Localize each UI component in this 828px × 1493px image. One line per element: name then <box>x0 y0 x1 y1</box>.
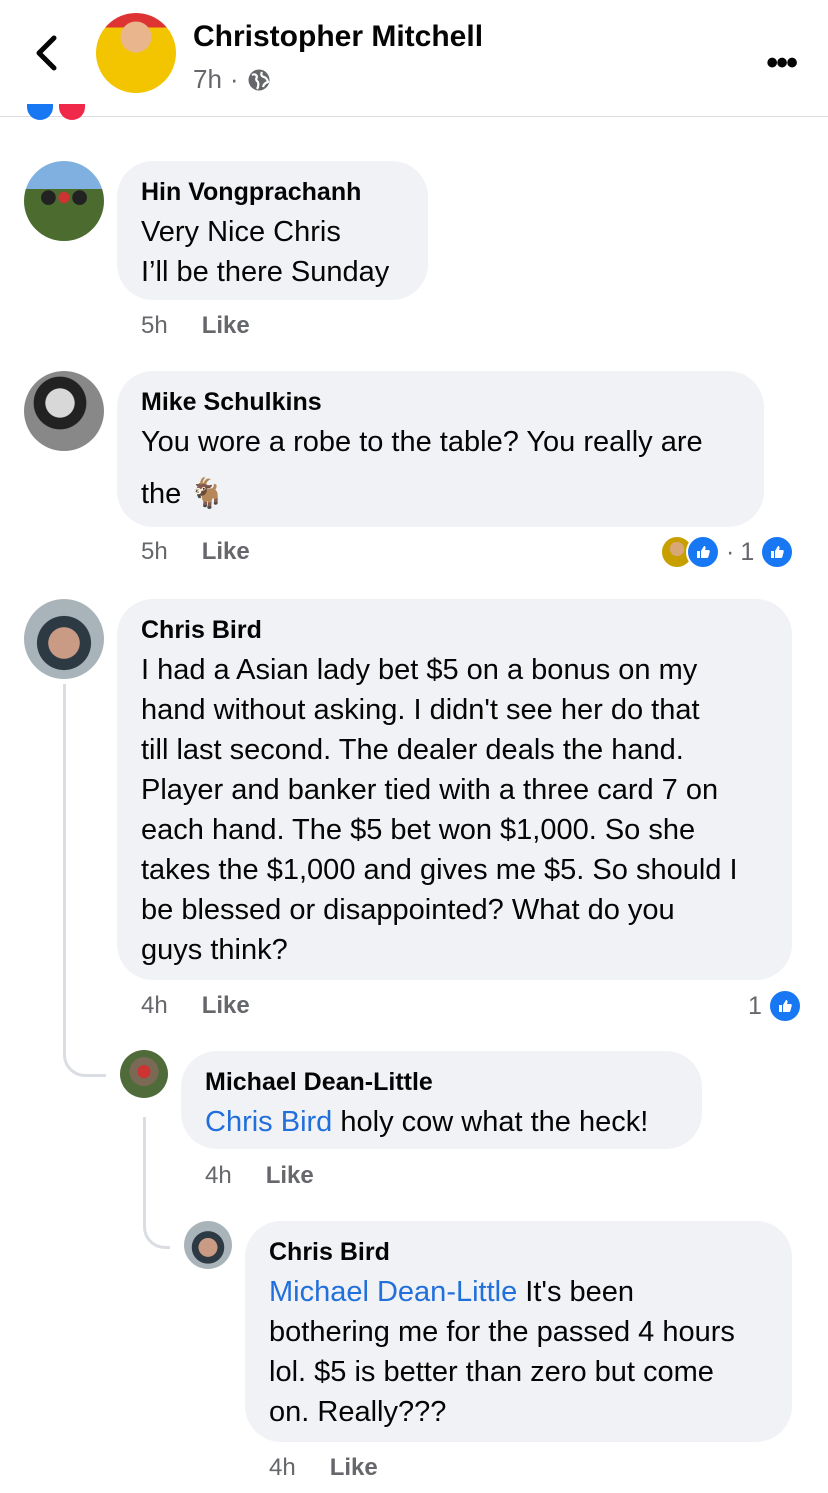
chevron-left-icon[interactable] <box>30 34 66 72</box>
comment-actions: 4h Like <box>205 1162 314 1190</box>
comment-text: I had a Asian lady bet $5 on a bonus on … <box>141 654 738 966</box>
commenter-avatar[interactable] <box>120 1050 168 1098</box>
comment-text: You wore a robe to the table? You really… <box>141 426 703 510</box>
thread-connector <box>143 1226 170 1249</box>
comment-actions: 4h Like <box>269 1454 378 1482</box>
commenter-name[interactable]: Chris Bird <box>141 616 262 645</box>
mention-link[interactable]: Michael Dean-Little <box>269 1276 517 1308</box>
globe-icon <box>248 69 270 90</box>
comment-text: Chris Bird holy cow what the heck! <box>205 1106 649 1138</box>
like-button[interactable]: Like <box>330 1454 378 1482</box>
meta-separator: · <box>229 64 239 94</box>
author-avatar[interactable] <box>96 13 176 93</box>
thread-line <box>63 684 66 1029</box>
commenter-name[interactable]: Michael Dean-Little <box>205 1068 433 1097</box>
commenter-avatar[interactable] <box>24 161 104 241</box>
like-reaction-icon <box>760 535 795 569</box>
reaction-peek-icon <box>27 104 53 120</box>
commenter-avatar[interactable] <box>184 1221 232 1269</box>
more-horizontal-icon[interactable]: ••• <box>766 44 798 83</box>
thread-line <box>143 1117 146 1227</box>
commenter-avatar[interactable] <box>24 599 104 679</box>
reaction-summary[interactable]: 1 <box>748 989 802 1023</box>
like-button[interactable]: Like <box>202 312 250 340</box>
reaction-count: 1 <box>740 537 755 566</box>
like-button[interactable]: Like <box>202 538 250 566</box>
commenter-name[interactable]: Hin Vongprachanh <box>141 178 361 207</box>
post-time[interactable]: 7h <box>193 64 222 95</box>
comment-actions: 5h Like <box>141 538 250 566</box>
reaction-peek-icon <box>59 104 85 120</box>
thread-connector <box>63 1028 106 1077</box>
reaction-count: 1 <box>748 991 762 1020</box>
reaction-summary[interactable]: · 1 <box>660 535 795 569</box>
post-header: Christopher Mitchell 7h · ••• <box>0 0 828 117</box>
comment-text: Michael Dean-Little It's been bothering … <box>269 1276 735 1428</box>
comment-time[interactable]: 5h <box>141 538 168 566</box>
reaction-separator: · <box>726 537 735 566</box>
commenter-name[interactable]: Chris Bird <box>269 1238 390 1267</box>
like-reaction-icon <box>686 535 720 569</box>
comment-time[interactable]: 5h <box>141 312 168 340</box>
commenter-avatar[interactable] <box>24 371 104 451</box>
comment-time[interactable]: 4h <box>141 992 168 1020</box>
post-meta: 7h · <box>193 64 271 95</box>
commenter-name[interactable]: Mike Schulkins <box>141 388 322 417</box>
like-reaction-icon <box>767 989 802 1023</box>
comment-time[interactable]: 4h <box>269 1454 296 1482</box>
mention-link[interactable]: Chris Bird <box>205 1106 332 1138</box>
like-button[interactable]: Like <box>202 992 250 1020</box>
comment-time[interactable]: 4h <box>205 1162 232 1190</box>
comment-actions: 4h Like <box>141 992 250 1020</box>
comment-actions: 5h Like <box>141 312 250 340</box>
author-name[interactable]: Christopher Mitchell <box>193 20 483 54</box>
like-button[interactable]: Like <box>266 1162 314 1190</box>
comment-text: Very Nice Chris I’ll be there Sunday <box>141 216 390 288</box>
